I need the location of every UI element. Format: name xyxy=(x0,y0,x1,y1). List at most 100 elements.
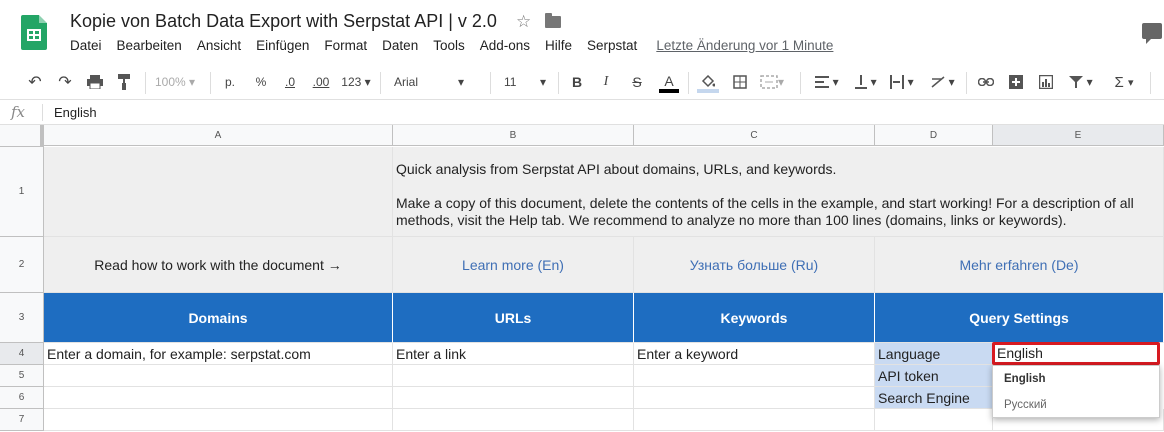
font-select[interactable]: Arial ▾ xyxy=(394,73,464,91)
menu-bearbeiten[interactable]: Bearbeiten xyxy=(117,38,182,56)
cell-b1-merged[interactable]: Quick analysis from Serpstat API about d… xyxy=(393,147,1164,237)
dropdown-option-russian[interactable]: Русский xyxy=(993,392,1159,418)
menu-format[interactable]: Format xyxy=(324,38,367,56)
menu-daten[interactable]: Daten xyxy=(382,38,418,56)
language-dropdown: English Русский xyxy=(992,365,1160,418)
merge-cells-icon[interactable]: ▾ xyxy=(760,73,784,91)
text-wrap-icon[interactable]: ▾ xyxy=(888,73,916,91)
last-edit-link[interactable]: Letzte Änderung vor 1 Minute xyxy=(656,38,833,56)
cell-b4-link-input[interactable]: Enter a link xyxy=(393,343,634,365)
learn-more-ru-link[interactable]: Узнать больше (Ru) xyxy=(634,237,875,293)
align-vertical-icon[interactable]: ▾ xyxy=(852,73,880,91)
label-language[interactable]: Language xyxy=(875,343,993,365)
increase-decimal-button[interactable]: .00 xyxy=(309,73,333,91)
filter-icon[interactable]: ▾ xyxy=(1066,73,1096,91)
intro-line-2: Make a copy of this document, delete the… xyxy=(396,195,1134,211)
row-header-1[interactable]: 1 xyxy=(0,147,44,237)
spreadsheet-grid: A B C D E 1 2 3 4 5 6 7 Quick analysis f… xyxy=(0,125,1164,432)
more-formats-label: 123 xyxy=(341,75,362,89)
fill-color-icon[interactable] xyxy=(697,73,719,93)
top-bar: Kopie von Batch Data Export with Serpsta… xyxy=(0,0,1164,64)
formula-input[interactable]: English xyxy=(54,105,97,120)
italic-button[interactable]: I xyxy=(597,73,615,91)
insert-chart-icon[interactable] xyxy=(1036,73,1056,91)
cell-c7[interactable] xyxy=(634,409,875,431)
cell-a2-read-how[interactable]: Read how to work with the document → xyxy=(44,237,393,293)
toolbar: ↶ ↷ 100% ▾ p. % .0 .00 123 ▾ Arial ▾ 11 ▾ … xyxy=(0,64,1164,100)
text-color-button[interactable]: A xyxy=(659,73,679,93)
header-urls[interactable]: URLs xyxy=(393,293,634,343)
cell-a7[interactable] xyxy=(44,409,393,431)
cell-a1[interactable] xyxy=(44,147,393,237)
more-formats-select[interactable]: 123 ▾ xyxy=(340,73,372,91)
menu-datei[interactable]: Datei xyxy=(70,38,102,56)
decrease-decimal-button[interactable]: .0 xyxy=(280,73,300,91)
label-search-engine[interactable]: Search Engine xyxy=(875,387,993,409)
column-header-c[interactable]: C xyxy=(634,125,875,146)
menu-tools[interactable]: Tools xyxy=(433,38,465,56)
functions-button[interactable]: Σ ▾ xyxy=(1110,73,1138,91)
align-horizontal-icon[interactable]: ▾ xyxy=(812,73,842,91)
menu-addons[interactable]: Add-ons xyxy=(480,38,530,56)
menu-ansicht[interactable]: Ansicht xyxy=(197,38,241,56)
menu-serpstat[interactable]: Serpstat xyxy=(587,38,637,56)
cell-c4-keyword-input[interactable]: Enter a keyword xyxy=(634,343,875,365)
header-keywords[interactable]: Keywords xyxy=(634,293,875,343)
learn-more-en-link[interactable]: Learn more (En) xyxy=(393,237,634,293)
star-icon[interactable]: ☆ xyxy=(516,12,531,32)
row-header-3[interactable]: 3 xyxy=(0,293,44,343)
row-header-2[interactable]: 2 xyxy=(0,237,44,293)
insert-comment-icon[interactable] xyxy=(1006,73,1026,91)
intro-line-3: methods, visit the Help tab. We recommen… xyxy=(396,212,1067,228)
text-rotation-icon[interactable]: ▾ xyxy=(928,73,958,91)
undo-icon[interactable]: ↶ xyxy=(24,73,46,91)
insert-link-icon[interactable] xyxy=(976,73,996,91)
bold-button[interactable]: B xyxy=(568,73,586,91)
cell-b5[interactable] xyxy=(393,365,634,387)
label-api-token[interactable]: API token xyxy=(875,365,993,387)
menu-einfuegen[interactable]: Einfügen xyxy=(256,38,309,56)
intro-line-1: Quick analysis from Serpstat API about d… xyxy=(396,161,837,177)
menu-bar: Datei Bearbeiten Ansicht Einfügen Format… xyxy=(70,38,848,56)
cell-c6[interactable] xyxy=(634,387,875,409)
borders-icon[interactable] xyxy=(730,73,750,91)
cell-c5[interactable] xyxy=(634,365,875,387)
sheets-logo-icon[interactable] xyxy=(21,15,47,50)
folder-icon[interactable] xyxy=(545,13,561,28)
document-title[interactable]: Kopie von Batch Data Export with Serpsta… xyxy=(70,11,497,32)
cell-a4-domain-input[interactable]: Enter a domain, for example: serpstat.co… xyxy=(44,343,393,365)
row-header-5[interactable]: 5 xyxy=(0,365,44,387)
fx-icon: fx xyxy=(11,103,26,121)
cell-d7[interactable] xyxy=(875,409,993,431)
row-header-6[interactable]: 6 xyxy=(0,387,44,409)
header-domains[interactable]: Domains xyxy=(44,293,393,343)
comment-icon[interactable] xyxy=(1142,23,1162,44)
column-header-a[interactable]: A xyxy=(44,125,393,146)
column-header-b[interactable]: B xyxy=(393,125,634,146)
zoom-value: 100% xyxy=(154,75,186,89)
paint-format-icon[interactable] xyxy=(114,73,136,91)
font-value: Arial xyxy=(394,75,419,89)
row-header-7[interactable]: 7 xyxy=(0,409,44,431)
redo-icon[interactable]: ↷ xyxy=(54,73,76,91)
column-header-e[interactable]: E xyxy=(993,125,1164,146)
column-header-d[interactable]: D xyxy=(875,125,993,146)
selected-cell-e4-language-value[interactable]: English xyxy=(992,342,1160,365)
header-query-settings[interactable]: Query Settings xyxy=(875,293,1164,343)
print-icon[interactable] xyxy=(84,73,106,91)
currency-format-button[interactable]: p. xyxy=(220,73,240,91)
row-header-4[interactable]: 4 xyxy=(0,343,44,365)
formula-bar: fx English xyxy=(0,100,1164,125)
zoom-select[interactable]: 100% ▾ xyxy=(152,73,198,91)
strikethrough-button[interactable]: S xyxy=(628,73,646,91)
cell-b7[interactable] xyxy=(393,409,634,431)
cell-a5[interactable] xyxy=(44,365,393,387)
percent-format-button[interactable]: % xyxy=(251,73,271,91)
dropdown-option-english[interactable]: English xyxy=(993,366,1159,392)
menu-hilfe[interactable]: Hilfe xyxy=(545,38,572,56)
font-size-select[interactable]: 11 ▾ xyxy=(504,73,546,91)
cell-a6[interactable] xyxy=(44,387,393,409)
learn-more-de-link[interactable]: Mehr erfahren (De) xyxy=(875,237,1164,293)
cell-b6[interactable] xyxy=(393,387,634,409)
font-size-value: 11 xyxy=(504,75,517,89)
